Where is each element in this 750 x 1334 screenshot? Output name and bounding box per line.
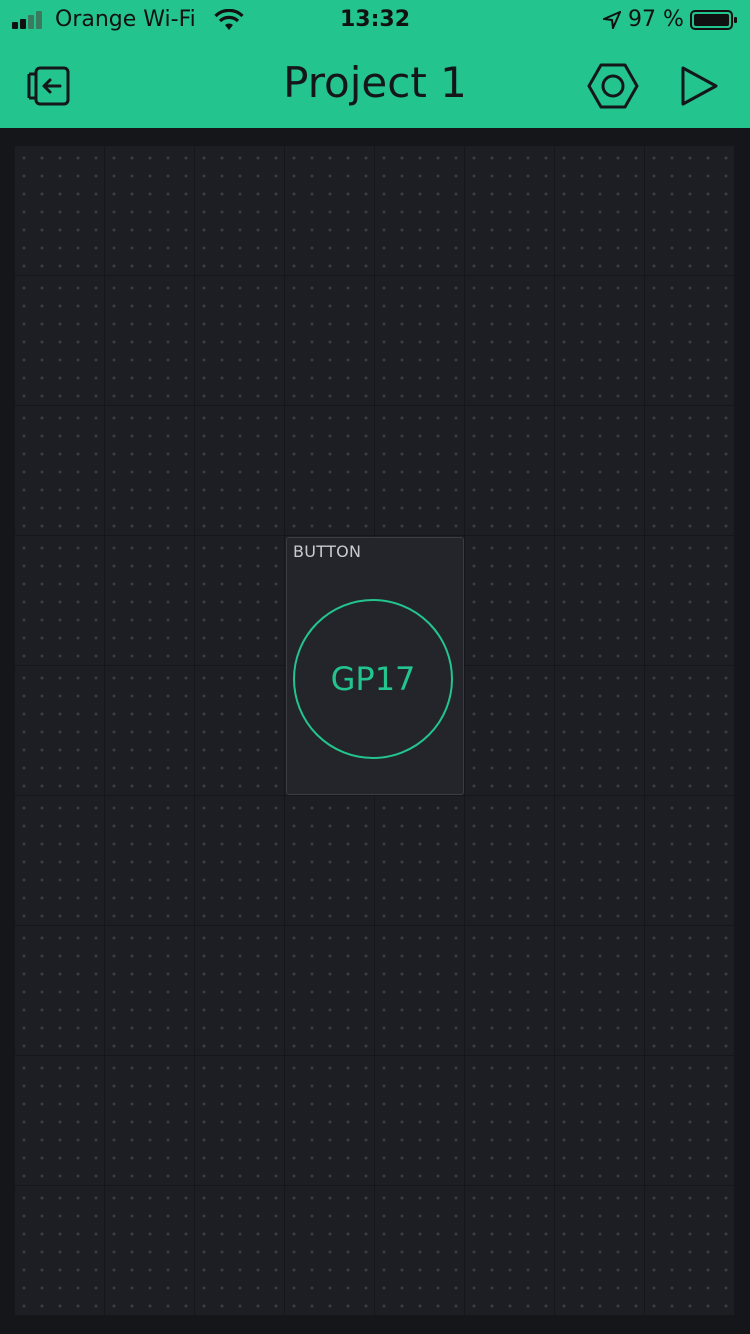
grid-cell — [555, 146, 644, 275]
widget-push-button[interactable]: GP17 — [293, 599, 453, 759]
grid-cell — [375, 1056, 464, 1185]
grid-cell — [15, 796, 104, 925]
app-header: Orange Wi-Fi 13:32 97 % Project 1 — [0, 0, 750, 128]
grid-cell — [195, 536, 284, 665]
grid-cell — [195, 1186, 284, 1315]
grid-cell — [285, 1056, 374, 1185]
grid-cell — [15, 276, 104, 405]
grid-cell — [465, 926, 554, 1055]
grid-cell — [15, 536, 104, 665]
grid-cell — [465, 1186, 554, 1315]
play-icon — [681, 66, 718, 106]
battery-percent: 97 % — [628, 7, 684, 32]
grid-cell — [105, 1186, 194, 1315]
grid-cell — [195, 406, 284, 535]
grid-cell — [645, 1056, 734, 1185]
grid-cell — [285, 1186, 374, 1315]
grid-cell — [195, 666, 284, 795]
location-icon — [603, 11, 621, 29]
grid-cell — [645, 796, 734, 925]
grid-cell — [375, 796, 464, 925]
grid-cell — [375, 146, 464, 275]
grid-cell — [105, 666, 194, 795]
grid-cell — [465, 146, 554, 275]
grid-cell — [195, 276, 284, 405]
grid-cell — [195, 146, 284, 275]
grid-cell — [555, 796, 644, 925]
play-button[interactable] — [678, 65, 720, 107]
grid-cell — [645, 536, 734, 665]
grid-cell — [15, 1056, 104, 1185]
grid-cell — [645, 666, 734, 795]
grid-cell — [645, 926, 734, 1055]
grid-cell — [465, 796, 554, 925]
grid-cell — [15, 406, 104, 535]
grid-cell — [555, 536, 644, 665]
grid-cell — [285, 926, 374, 1055]
grid-cell — [105, 1056, 194, 1185]
grid-cell — [465, 536, 554, 665]
grid-cell — [15, 146, 104, 275]
grid-cell — [645, 276, 734, 405]
grid-cell — [105, 146, 194, 275]
project-settings-button[interactable] — [587, 62, 639, 110]
grid-cell — [375, 406, 464, 535]
grid-cell — [465, 1056, 554, 1185]
settings-hexagon-icon — [587, 63, 639, 109]
grid-cell — [645, 406, 734, 535]
grid-cell — [105, 276, 194, 405]
grid-cell — [555, 276, 644, 405]
grid-cell — [105, 536, 194, 665]
grid-cell — [555, 1056, 644, 1185]
button-widget[interactable]: BUTTON GP17 — [286, 537, 464, 795]
grid-cell — [375, 926, 464, 1055]
grid-cell — [285, 146, 374, 275]
grid-cell — [105, 926, 194, 1055]
grid-cell — [375, 276, 464, 405]
grid-cell — [555, 926, 644, 1055]
status-bar: Orange Wi-Fi 13:32 97 % — [0, 0, 750, 40]
battery-icon — [690, 10, 737, 30]
grid-cell — [15, 666, 104, 795]
grid-cell — [555, 1186, 644, 1315]
widget-pin-label: GP17 — [330, 660, 416, 698]
grid-cell — [555, 666, 644, 795]
grid-cell — [645, 1186, 734, 1315]
grid-cell — [15, 1186, 104, 1315]
grid-cell — [15, 926, 104, 1055]
grid-cell — [555, 406, 644, 535]
grid-cell — [285, 406, 374, 535]
grid-cell — [465, 666, 554, 795]
grid-cell — [195, 926, 284, 1055]
grid-cell — [285, 276, 374, 405]
grid-cell — [375, 1186, 464, 1315]
grid-cell — [465, 276, 554, 405]
grid-cell — [195, 796, 284, 925]
grid-cell — [195, 1056, 284, 1185]
widget-label: BUTTON — [293, 542, 362, 561]
grid-cell — [465, 406, 554, 535]
grid-cell — [285, 796, 374, 925]
grid-cell — [105, 406, 194, 535]
grid-cell — [105, 796, 194, 925]
grid-cell — [645, 146, 734, 275]
